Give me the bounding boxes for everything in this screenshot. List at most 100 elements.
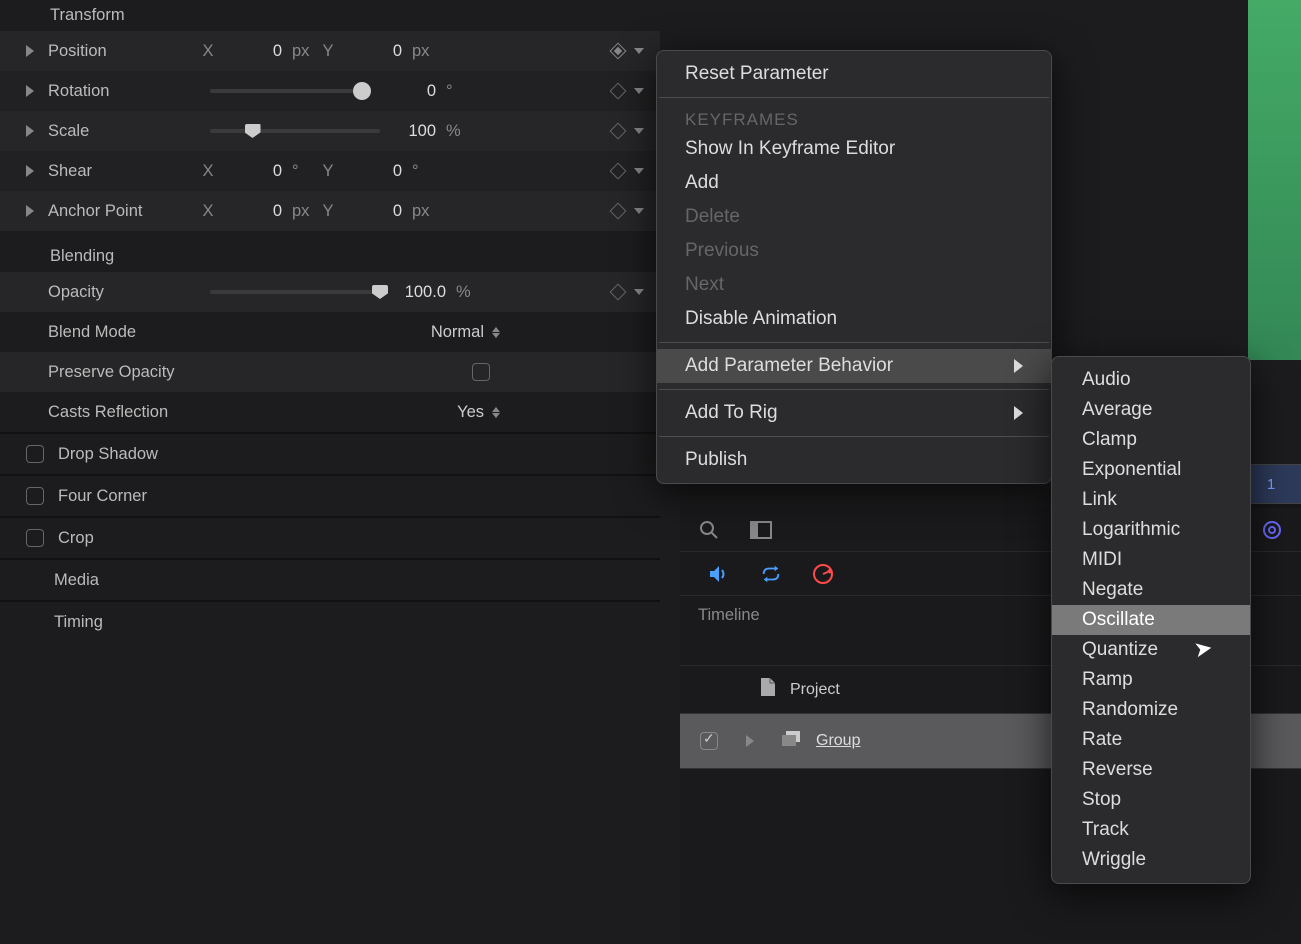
four-corner-row[interactable]: Four Corner	[0, 476, 660, 516]
chevron-down-icon[interactable]	[634, 48, 644, 54]
y-axis-label: Y	[318, 202, 338, 221]
menu-delete-keyframe: Delete	[657, 200, 1051, 234]
record-icon[interactable]	[812, 563, 834, 585]
opacity-value[interactable]: 100.0	[392, 283, 452, 302]
drop-shadow-label: Drop Shadow	[58, 445, 208, 464]
menu-next-keyframe: Next	[657, 268, 1051, 302]
disclosure-icon[interactable]	[26, 45, 34, 57]
chevron-down-icon[interactable]	[634, 88, 644, 94]
casts-reflection-value: Yes	[457, 403, 484, 422]
rotation-row[interactable]: Rotation 0 °	[0, 71, 660, 111]
submenu-item-rate[interactable]: Rate	[1052, 725, 1250, 755]
anchor-label: Anchor Point	[48, 202, 198, 221]
timing-label: Timing	[54, 613, 204, 632]
scale-row[interactable]: Scale 100 %	[0, 111, 660, 151]
submenu-item-oscillate[interactable]: Oscillate	[1052, 605, 1250, 635]
y-axis-label: Y	[318, 162, 338, 181]
position-x-value[interactable]: 0	[218, 42, 288, 61]
menu-add-keyframe[interactable]: Add	[657, 166, 1051, 200]
keyframe-diamond-icon[interactable]	[610, 83, 627, 100]
crop-label: Crop	[58, 529, 208, 548]
submenu-item-reverse[interactable]: Reverse	[1052, 755, 1250, 785]
casts-reflection-select[interactable]: Yes	[457, 403, 500, 422]
submenu-item-track[interactable]: Track	[1052, 815, 1250, 845]
disclosure-icon[interactable]	[26, 125, 34, 137]
menu-show-keyframe-editor[interactable]: Show In Keyframe Editor	[657, 132, 1051, 166]
preserve-opacity-label: Preserve Opacity	[48, 363, 348, 382]
submenu-item-stop[interactable]: Stop	[1052, 785, 1250, 815]
submenu-item-wriggle[interactable]: Wriggle	[1052, 845, 1250, 875]
shear-x-value[interactable]: 0	[218, 162, 288, 181]
viewport-preview	[1248, 0, 1301, 360]
fit-icon[interactable]	[750, 519, 772, 541]
submenu-item-exponential[interactable]: Exponential	[1052, 455, 1250, 485]
disclosure-icon[interactable]	[26, 165, 34, 177]
loop-icon[interactable]	[760, 563, 782, 585]
scale-slider[interactable]	[210, 129, 380, 133]
menu-add-to-rig[interactable]: Add To Rig	[657, 396, 1051, 430]
position-row[interactable]: Position X 0 px Y 0 px	[0, 31, 660, 71]
y-axis-label: Y	[318, 42, 338, 61]
chevron-down-icon[interactable]	[634, 168, 644, 174]
submenu-item-midi[interactable]: MIDI	[1052, 545, 1250, 575]
shear-y-value[interactable]: 0	[338, 162, 408, 181]
menu-add-parameter-behavior[interactable]: Add Parameter Behavior	[657, 349, 1051, 383]
submenu-item-randomize[interactable]: Randomize	[1052, 695, 1250, 725]
crop-row[interactable]: Crop	[0, 518, 660, 558]
menu-disable-animation[interactable]: Disable Animation	[657, 302, 1051, 336]
disclosure-icon[interactable]	[746, 735, 754, 747]
anchor-x-value[interactable]: 0	[218, 202, 288, 221]
keyframe-diamond-icon[interactable]	[610, 163, 627, 180]
rotation-value[interactable]: 0	[382, 82, 442, 101]
chevron-down-icon[interactable]	[634, 208, 644, 214]
x-axis-label: X	[198, 42, 218, 61]
submenu-item-quantize[interactable]: Quantize	[1052, 635, 1250, 665]
anchor-point-row[interactable]: Anchor Point X 0 px Y 0 px	[0, 191, 660, 231]
chevron-down-icon[interactable]	[634, 289, 644, 295]
blend-mode-value: Normal	[431, 323, 484, 342]
menu-publish[interactable]: Publish	[657, 443, 1051, 477]
rotation-dial[interactable]	[210, 89, 370, 93]
blend-mode-select[interactable]: Normal	[431, 323, 500, 342]
position-y-value[interactable]: 0	[338, 42, 408, 61]
four-corner-checkbox[interactable]	[26, 487, 44, 505]
submenu-item-audio[interactable]: Audio	[1052, 365, 1250, 395]
group-label: Group	[816, 732, 860, 750]
gear-icon[interactable]	[1261, 519, 1283, 541]
opacity-row[interactable]: Opacity 100.0 %	[0, 272, 660, 312]
anchor-y-value[interactable]: 0	[338, 202, 408, 221]
scale-value[interactable]: 100	[392, 122, 442, 141]
crop-checkbox[interactable]	[26, 529, 44, 547]
preserve-opacity-row[interactable]: Preserve Opacity	[0, 352, 660, 392]
submenu-item-link[interactable]: Link	[1052, 485, 1250, 515]
keyframe-diamond-icon[interactable]	[610, 284, 627, 301]
drop-shadow-checkbox[interactable]	[26, 445, 44, 463]
blend-mode-row[interactable]: Blend Mode Normal	[0, 312, 660, 352]
updown-icon	[492, 407, 500, 418]
degree-unit: °	[408, 162, 438, 181]
menu-reset-parameter[interactable]: Reset Parameter	[657, 57, 1051, 91]
keyframe-diamond-filled-icon[interactable]	[610, 43, 627, 60]
chevron-down-icon[interactable]	[634, 128, 644, 134]
keyframe-diamond-icon[interactable]	[610, 203, 627, 220]
keyframe-diamond-icon[interactable]	[610, 123, 627, 140]
timing-row[interactable]: Timing	[0, 602, 660, 642]
casts-reflection-row[interactable]: Casts Reflection Yes	[0, 392, 660, 432]
preserve-opacity-checkbox[interactable]	[472, 363, 490, 381]
group-visibility-checkbox[interactable]	[700, 732, 718, 750]
disclosure-icon[interactable]	[26, 205, 34, 217]
drop-shadow-row[interactable]: Drop Shadow	[0, 434, 660, 474]
opacity-slider[interactable]	[210, 290, 380, 294]
x-axis-label: X	[198, 162, 218, 181]
px-unit: px	[288, 42, 318, 61]
submenu-item-logarithmic[interactable]: Logarithmic	[1052, 515, 1250, 545]
submenu-item-average[interactable]: Average	[1052, 395, 1250, 425]
search-icon[interactable]	[698, 519, 720, 541]
shear-row[interactable]: Shear X 0 ° Y 0 °	[0, 151, 660, 191]
submenu-item-negate[interactable]: Negate	[1052, 575, 1250, 605]
submenu-item-ramp[interactable]: Ramp	[1052, 665, 1250, 695]
submenu-item-clamp[interactable]: Clamp	[1052, 425, 1250, 455]
audio-icon[interactable]	[708, 563, 730, 585]
disclosure-icon[interactable]	[26, 85, 34, 97]
media-row[interactable]: Media	[0, 560, 660, 600]
